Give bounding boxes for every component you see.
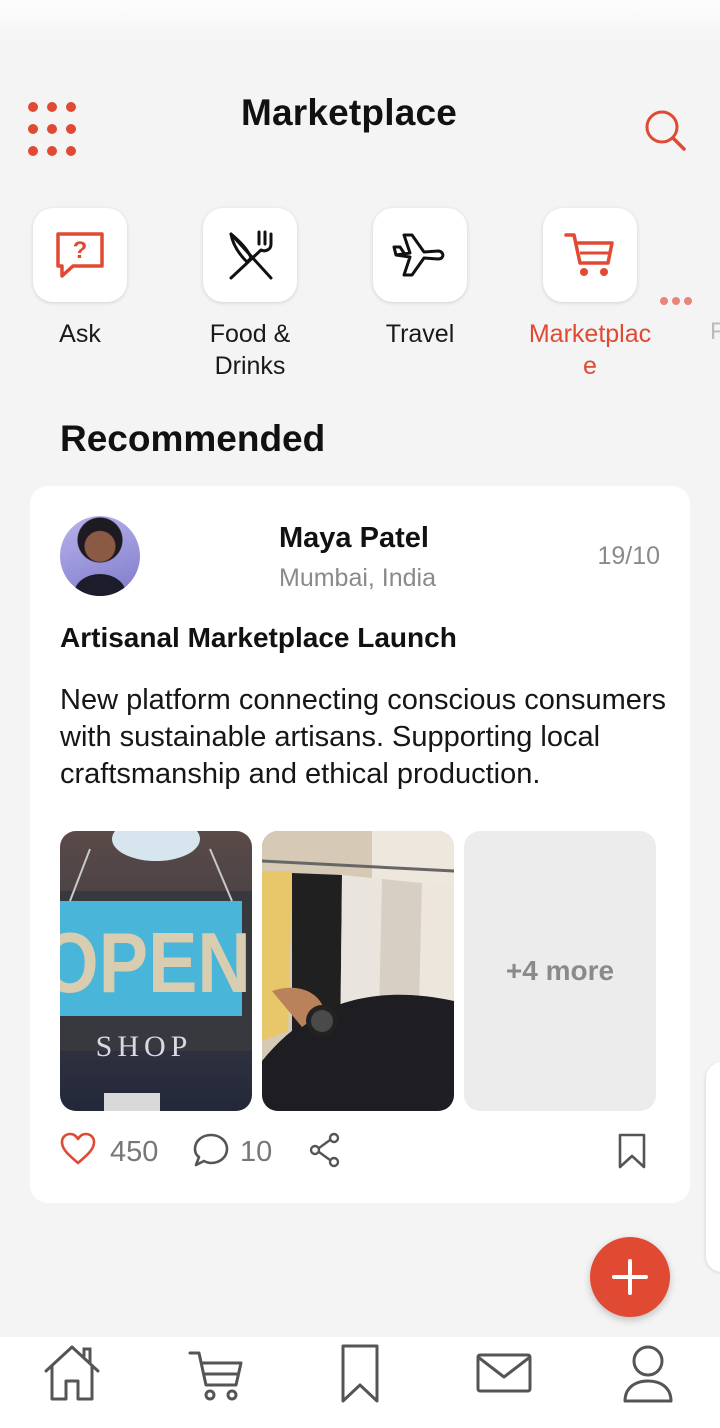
category-travel[interactable]: Travel xyxy=(335,208,505,350)
status-bar-area xyxy=(0,0,720,44)
post-body: New platform connecting conscious consum… xyxy=(60,684,667,790)
comment-icon[interactable] xyxy=(192,1132,230,1173)
post-date: 19/10 xyxy=(597,542,660,570)
share-icon[interactable] xyxy=(308,1132,342,1173)
next-card-peek xyxy=(706,1062,720,1272)
more-images-label: +4 more xyxy=(505,955,615,986)
cart-icon[interactable] xyxy=(186,1343,246,1403)
category-label: Marketplac e xyxy=(528,320,652,380)
plus-icon xyxy=(612,1259,648,1295)
category-label: Food & Drinks xyxy=(209,320,291,380)
avatar[interactable] xyxy=(60,516,140,596)
category-marketplace[interactable]: Marketplac e xyxy=(505,208,675,382)
author-location: Mumbai, India xyxy=(279,564,437,592)
section-title: Recommended xyxy=(60,418,326,459)
home-icon[interactable] xyxy=(42,1343,102,1403)
bottom-nav xyxy=(0,1337,720,1428)
post-title: Artisanal Marketplace Launch xyxy=(60,622,457,653)
sign-open-text: OPEN xyxy=(60,915,251,1010)
page-title: Marketplace xyxy=(240,92,458,133)
post-card[interactable]: Maya Patel Mumbai, India 19/10 Artisanal… xyxy=(30,486,690,1203)
category-label: Travel xyxy=(385,320,455,348)
category-food-drinks[interactable]: Food & Drinks xyxy=(165,208,335,382)
mail-icon[interactable] xyxy=(474,1343,534,1403)
cart-icon xyxy=(543,208,637,302)
svg-text:?: ? xyxy=(73,237,88,264)
comment-count: 10 xyxy=(240,1136,273,1168)
sign-shop-text: SHOP xyxy=(96,1030,193,1063)
heart-icon[interactable] xyxy=(60,1132,96,1171)
post-image-open-shop[interactable]: OPEN SHOP xyxy=(60,831,252,1111)
search-icon[interactable] xyxy=(640,106,690,154)
fork-knife-icon xyxy=(203,208,297,302)
category-label: Ask xyxy=(59,320,101,348)
create-post-button[interactable] xyxy=(590,1237,670,1317)
profile-icon[interactable] xyxy=(618,1343,678,1403)
author-name[interactable]: Maya Patel xyxy=(279,522,429,555)
more-images-tile[interactable]: +4 more xyxy=(464,831,656,1111)
bookmark-icon[interactable] xyxy=(330,1343,390,1403)
bookmark-icon[interactable] xyxy=(616,1132,648,1175)
next-category-peek: F xyxy=(710,318,720,345)
question-chat-icon: ? xyxy=(33,208,127,302)
more-categories-indicator xyxy=(660,297,692,305)
category-ask[interactable]: ? Ask xyxy=(0,208,165,350)
post-actions: 450 10 xyxy=(60,1126,660,1176)
post-image-clothing-rack[interactable] xyxy=(262,831,454,1111)
like-count: 450 xyxy=(110,1136,159,1168)
airplane-icon xyxy=(373,208,467,302)
